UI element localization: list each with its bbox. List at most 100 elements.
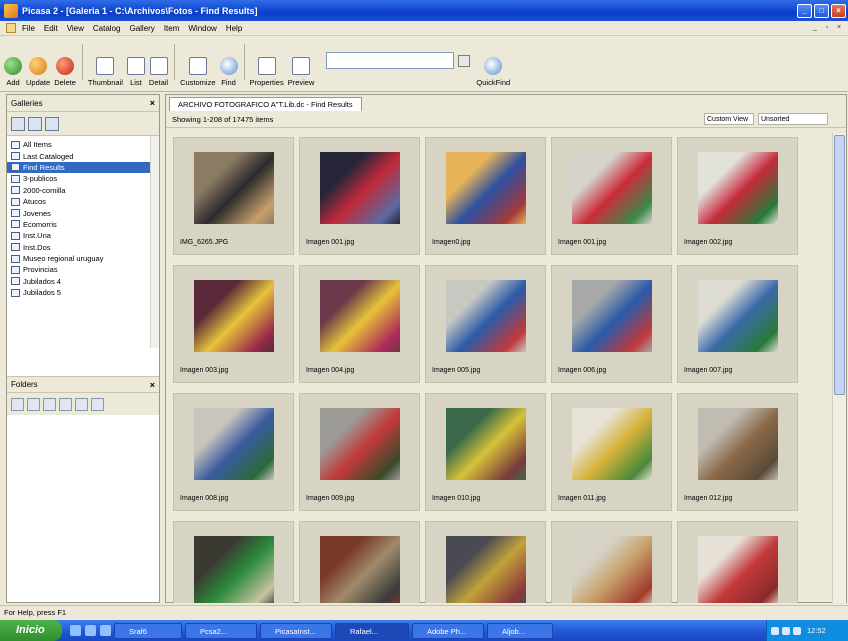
menu-view[interactable]: View	[67, 24, 84, 33]
photo-thumbnail[interactable]	[572, 536, 652, 603]
photo-thumbnail[interactable]	[698, 536, 778, 603]
start-button[interactable]: Inicio	[0, 620, 62, 641]
photo-thumbnail[interactable]	[320, 408, 400, 480]
gallery-item[interactable]: Jubilados 5	[7, 287, 159, 298]
photo-thumbnail[interactable]	[194, 536, 274, 603]
preview-button[interactable]: Preview	[288, 57, 314, 87]
taskbar-button[interactable]: Aljob...	[487, 622, 553, 639]
gallery-item[interactable]: 3-publicos	[7, 173, 159, 184]
thumbnail-item[interactable]: Imagen0.jpg	[425, 137, 546, 255]
gallery-item[interactable]: Jovenes	[7, 207, 159, 218]
taskbar-button[interactable]: Pcsa2...	[185, 622, 257, 639]
taskbar-button[interactable]: Sraf6	[114, 622, 182, 639]
thumbnail-item[interactable]: Imagen 001.jpg	[551, 137, 672, 255]
move-icon[interactable]	[75, 397, 88, 411]
photo-thumbnail[interactable]	[446, 536, 526, 603]
gallery-properties-icon[interactable]	[28, 116, 42, 131]
photo-thumbnail[interactable]	[320, 152, 400, 224]
search-dropdown-button[interactable]	[458, 55, 471, 67]
thumbnail-item[interactable]: Imagen 008.jpg	[173, 393, 294, 511]
mdi-restore-icon[interactable]: ▫	[822, 23, 832, 33]
menu-help[interactable]: Help	[226, 24, 242, 33]
thumbnail-item[interactable]: Imagen 006.jpg	[551, 265, 672, 383]
main-scrollbar[interactable]	[832, 133, 846, 603]
photo-thumbnail[interactable]	[446, 280, 526, 352]
thumbnail-item[interactable]	[425, 521, 546, 603]
gallery-item[interactable]: Last Cataloged	[7, 150, 159, 161]
print-icon[interactable]	[43, 397, 56, 411]
thumbnail-item[interactable]: Imagen 011.jpg	[551, 393, 672, 511]
update-button[interactable]: Update	[26, 57, 50, 87]
taskbar-button[interactable]: PicasaInst...	[260, 622, 332, 639]
photo-thumbnail[interactable]	[572, 408, 652, 480]
photo-thumbnail[interactable]	[698, 408, 778, 480]
gallery-item[interactable]: Museo regional uruguay	[7, 253, 159, 264]
menu-catalog[interactable]: Catalog	[93, 24, 121, 33]
view-mode-select[interactable]: Custom View	[704, 113, 754, 125]
thumbnail-item[interactable]: Imagen 012.jpg	[677, 393, 798, 511]
mdi-minimize-icon[interactable]: _	[810, 23, 820, 33]
photo-thumbnail[interactable]	[194, 408, 274, 480]
media-icon[interactable]	[100, 625, 111, 636]
photo-thumbnail[interactable]	[572, 152, 652, 224]
tray-icon[interactable]	[793, 626, 801, 635]
thumbnail-item[interactable]: Imagen 002.jpg	[677, 137, 798, 255]
minimize-button[interactable]: _	[797, 3, 812, 18]
tray-icon[interactable]	[771, 626, 779, 635]
close-galleries-icon[interactable]: ×	[150, 98, 155, 108]
photo-thumbnail[interactable]	[320, 536, 400, 603]
photo-thumbnail[interactable]	[194, 280, 274, 352]
menu-item[interactable]: Item	[164, 24, 180, 33]
menu-window[interactable]: Window	[188, 24, 216, 33]
detail-view-button[interactable]: Detail	[149, 57, 168, 87]
menu-file[interactable]: File	[22, 24, 35, 33]
photo-thumbnail[interactable]	[698, 280, 778, 352]
gallery-item[interactable]: Inst.Una	[7, 230, 159, 241]
sort-select[interactable]: Unsorted	[758, 113, 828, 125]
refresh-icon[interactable]	[91, 397, 104, 411]
taskbar-button[interactable]: Adobe Ph...	[412, 622, 484, 639]
gallery-item[interactable]: 2000-comilla	[7, 185, 159, 196]
list-view-button[interactable]: List	[126, 57, 145, 87]
photo-thumbnail[interactable]	[446, 408, 526, 480]
maximize-button[interactable]: □	[814, 3, 829, 18]
desktop-icon[interactable]	[70, 625, 81, 636]
menu-gallery[interactable]: Gallery	[129, 24, 154, 33]
scrollbar-thumb[interactable]	[834, 135, 845, 395]
gallery-folder-icon[interactable]	[45, 116, 59, 131]
quickfind-button[interactable]: QuickFind	[476, 57, 510, 87]
menu-edit[interactable]: Edit	[44, 24, 58, 33]
photo-thumbnail[interactable]	[194, 152, 274, 224]
photo-thumbnail[interactable]	[320, 280, 400, 352]
photo-thumbnail[interactable]	[698, 152, 778, 224]
galleries-scrollbar[interactable]	[150, 136, 159, 348]
close-folders-icon[interactable]: ×	[150, 380, 155, 390]
thumbnail-item[interactable]: Imagen 004.jpg	[299, 265, 420, 383]
thumbnail-item[interactable]: Imagen 001.jpg	[299, 137, 420, 255]
folder-icon[interactable]	[11, 397, 24, 411]
new-gallery-icon[interactable]	[11, 116, 25, 131]
gallery-item[interactable]: All Items	[7, 139, 159, 150]
thumbnail-item[interactable]: Imagen 010.jpg	[425, 393, 546, 511]
camera-icon[interactable]	[27, 397, 40, 411]
thumbnail-item[interactable]	[299, 521, 420, 603]
mdi-close-icon[interactable]: ×	[834, 23, 844, 33]
customize-button[interactable]: Customize	[180, 57, 216, 87]
thumbnail-item[interactable]	[551, 521, 672, 603]
taskbar-button[interactable]: Rafael...	[335, 622, 409, 639]
thumbnail-view-button[interactable]: Thumbnail	[88, 57, 123, 87]
delete-button[interactable]: Delete	[54, 57, 76, 87]
thumbnail-item[interactable]: Imagen 003.jpg	[173, 265, 294, 383]
photo-thumbnail[interactable]	[572, 280, 652, 352]
properties-button[interactable]: Properties	[250, 57, 284, 87]
gallery-item[interactable]: Atucos	[7, 196, 159, 207]
add-button[interactable]: Add	[4, 57, 22, 87]
gallery-item[interactable]: Inst.Dos	[7, 242, 159, 253]
tray-icon[interactable]	[782, 626, 790, 635]
gallery-item[interactable]: Ecomorris	[7, 219, 159, 230]
thumbnail-item[interactable]: Imagen 007.jpg	[677, 265, 798, 383]
thumbnail-item[interactable]: Imagen 009.jpg	[299, 393, 420, 511]
gallery-item[interactable]: Jubilados 4	[7, 276, 159, 287]
browser-icon[interactable]	[85, 625, 96, 636]
search-input[interactable]	[326, 52, 455, 69]
